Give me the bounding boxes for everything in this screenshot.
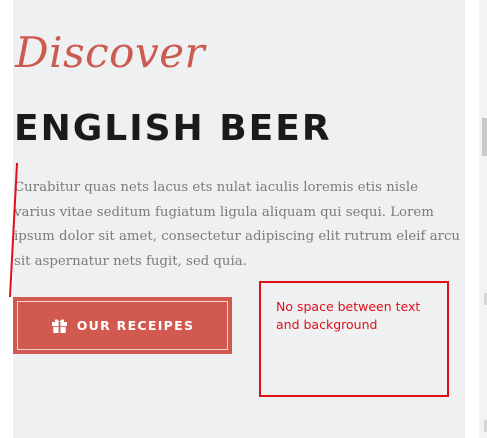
gift-icon [51, 317, 68, 334]
annotation-box: No space between text and background [259, 281, 449, 397]
scrollbar-thumb[interactable] [482, 118, 487, 156]
annotation-note: No space between text and background [276, 299, 421, 332]
hero-main-title: ENGLISH BEER [14, 108, 332, 149]
page: Discover ENGLISH BEER Curabitur quas net… [0, 0, 487, 438]
hero-body-text: Curabitur quas nets lacus ets nulat iacu… [14, 180, 460, 269]
our-receipes-button[interactable]: OUR RECEIPES [13, 297, 232, 354]
button-label: OUR RECEIPES [76, 318, 195, 333]
hero-script-title: Discover [15, 28, 206, 77]
button-inner-border: OUR RECEIPES [17, 301, 228, 350]
scrollbar-track[interactable] [479, 0, 487, 438]
